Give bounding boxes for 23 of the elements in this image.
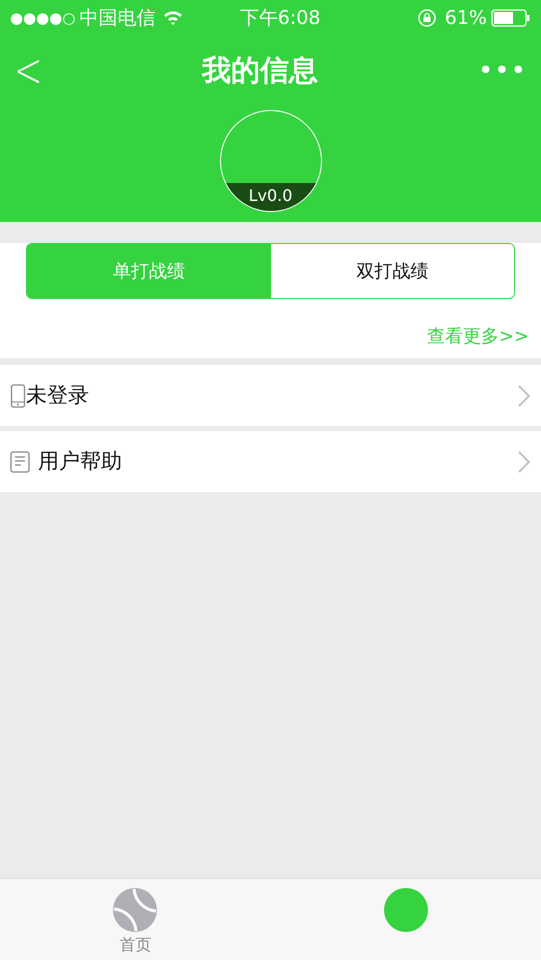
battery-percent: 61% [444, 6, 487, 31]
record-tab[interactable]: 单打战绩 [27, 244, 270, 298]
view-more-link[interactable]: 查看更多>> [426, 326, 529, 347]
document-icon [10, 450, 30, 472]
carrier-name: 中国电信 [79, 6, 156, 31]
chevron-icon [517, 384, 531, 408]
wifi-icon [163, 10, 184, 26]
page-title: 我的信息 [202, 52, 318, 90]
battery-icon [490, 9, 531, 27]
chevron-icon [517, 450, 531, 474]
menu-row[interactable]: 用户帮助 [0, 431, 541, 492]
rotation-lock-icon [416, 8, 437, 28]
back-button[interactable]: < [14, 47, 42, 95]
tab-icon[interactable] [382, 887, 429, 933]
menu-label: 用户帮助 [38, 448, 122, 475]
menu-label: 未登录 [26, 382, 89, 409]
ball-icon[interactable] [112, 887, 158, 933]
phone-icon [10, 384, 26, 408]
tab-label: 首页 [119, 934, 152, 956]
clock-time: 下午6:08 [240, 6, 322, 31]
menu-row[interactable]: 未登录 [0, 365, 541, 426]
signal-strength: ●●●●○ [10, 8, 76, 29]
more-button[interactable]: ••• [478, 58, 527, 84]
